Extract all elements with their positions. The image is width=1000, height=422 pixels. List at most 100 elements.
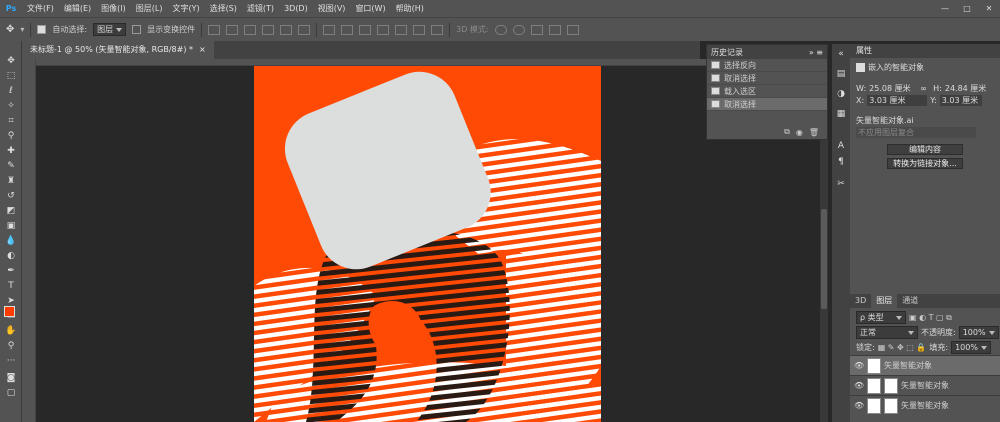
align-top-icon[interactable] bbox=[208, 24, 221, 35]
swatches-panel-icon[interactable]: ▦ bbox=[835, 108, 847, 120]
layer-name[interactable]: 矢量智能对象 bbox=[901, 400, 949, 411]
close-button[interactable]: ✕ bbox=[978, 0, 1000, 17]
tab-layers[interactable]: 图层 bbox=[871, 294, 898, 308]
link-proportions-icon[interactable]: ∞ bbox=[920, 84, 930, 93]
history-item[interactable]: 取消选择 bbox=[707, 72, 827, 85]
menu-edit[interactable]: 编辑(E) bbox=[59, 0, 96, 17]
align-right-icon[interactable] bbox=[298, 24, 311, 35]
artboard[interactable] bbox=[36, 66, 820, 422]
layer-name[interactable]: 矢量智能对象 bbox=[901, 380, 949, 391]
menu-layer[interactable]: 图层(L) bbox=[131, 0, 168, 17]
brush-icon[interactable]: ✎ bbox=[5, 160, 17, 172]
magic-wand-icon[interactable]: ✧ bbox=[5, 100, 17, 112]
blur-icon[interactable]: 💧 bbox=[5, 235, 17, 247]
auto-select-checkbox[interactable] bbox=[37, 25, 47, 34]
lasso-icon[interactable]: ℓ bbox=[5, 85, 17, 97]
panel-menu-icon[interactable]: ≡ bbox=[816, 48, 823, 57]
move-tool-icon[interactable]: ✥ bbox=[6, 24, 14, 35]
history-title[interactable]: 历史记录 bbox=[711, 47, 743, 58]
convert-to-linked-button[interactable]: 转换为链接对象... bbox=[887, 158, 963, 169]
vertical-ruler[interactable] bbox=[22, 59, 36, 422]
more-tools-icon[interactable]: ··· bbox=[5, 355, 17, 367]
tools-panel-icon[interactable]: ✂ bbox=[835, 178, 847, 190]
tab-channels[interactable]: 通道 bbox=[897, 294, 923, 308]
move-icon[interactable]: ✥ bbox=[5, 55, 17, 67]
layer-name[interactable]: 矢量智能对象 bbox=[884, 360, 932, 371]
layer-mask-thumbnail[interactable] bbox=[884, 377, 898, 394]
screen-mode-icon[interactable]: ▢ bbox=[5, 387, 17, 399]
width-field[interactable]: 25.08 厘米 bbox=[869, 83, 917, 94]
properties-title[interactable]: 属性 bbox=[850, 44, 1000, 58]
gradient-icon[interactable]: ▣ bbox=[5, 220, 17, 232]
menu-select[interactable]: 选择(S) bbox=[205, 0, 242, 17]
tool-preset-dropdown[interactable]: ▾ bbox=[20, 25, 24, 34]
color-panel-icon[interactable]: ◑ bbox=[835, 88, 847, 100]
canvas-area[interactable] bbox=[36, 66, 820, 422]
visibility-eye-icon[interactable]: 👁 bbox=[854, 381, 864, 390]
distribute-top-icon[interactable] bbox=[323, 24, 336, 35]
3d-slide-icon[interactable] bbox=[548, 24, 561, 35]
layer-mask-thumbnail[interactable] bbox=[884, 397, 898, 414]
dodge-icon[interactable]: ◐ bbox=[5, 250, 17, 262]
crop-icon[interactable]: ⌗ bbox=[5, 115, 17, 127]
distribute-bottom-icon[interactable] bbox=[359, 24, 372, 35]
menu-3d[interactable]: 3D(D) bbox=[279, 0, 313, 17]
eraser-icon[interactable]: ◩ bbox=[5, 205, 17, 217]
3d-scale-icon[interactable] bbox=[566, 24, 579, 35]
zoom-icon[interactable]: ⚲ bbox=[5, 340, 17, 352]
auto-select-target-dropdown[interactable]: 图层 bbox=[93, 23, 127, 36]
3d-pan-icon[interactable] bbox=[530, 24, 543, 35]
filter-pixel-icon[interactable]: ▣ ◐ T ▢ ⧉ bbox=[909, 313, 952, 323]
menu-image[interactable]: 图像(I) bbox=[96, 0, 131, 17]
minimize-button[interactable]: — bbox=[934, 0, 956, 17]
scroll-thumb[interactable] bbox=[821, 209, 827, 309]
pen-icon[interactable]: ✒ bbox=[5, 265, 17, 277]
visibility-eye-icon[interactable]: 👁 bbox=[854, 401, 864, 410]
align-hcenter-icon[interactable] bbox=[280, 24, 293, 35]
align-left-icon[interactable] bbox=[262, 24, 275, 35]
layer-comp-select[interactable]: 不应用图层复合 bbox=[856, 126, 976, 138]
layer-filter-dropdown[interactable]: ρ 类型 bbox=[856, 311, 906, 324]
auto-align-icon[interactable] bbox=[431, 24, 444, 35]
character-panel-icon[interactable]: A bbox=[835, 140, 847, 152]
distribute-vcenter-icon[interactable] bbox=[341, 24, 354, 35]
history-item[interactable]: 选择反向 bbox=[707, 59, 827, 72]
quick-mask-icon[interactable]: ◙ bbox=[5, 372, 17, 384]
opacity-field[interactable]: 100% bbox=[958, 326, 999, 339]
horizontal-ruler[interactable] bbox=[36, 59, 820, 66]
show-transform-checkbox[interactable] bbox=[132, 25, 142, 34]
layer-row[interactable]: 👁 矢量智能对象 bbox=[850, 355, 1000, 375]
maximize-button[interactable]: □ bbox=[956, 0, 978, 17]
distribute-right-icon[interactable] bbox=[413, 24, 426, 35]
foreground-color-swatch[interactable] bbox=[4, 306, 15, 317]
align-bottom-icon[interactable] bbox=[244, 24, 257, 35]
x-field[interactable]: 3.03 厘米 bbox=[867, 94, 928, 106]
visibility-eye-icon[interactable]: 👁 bbox=[854, 361, 864, 370]
new-document-from-state-icon[interactable]: ⧉ bbox=[784, 127, 790, 137]
collapse-strip-icon[interactable]: « bbox=[835, 48, 847, 60]
menu-type[interactable]: 文字(Y) bbox=[167, 0, 204, 17]
history-item[interactable]: 载入选区 bbox=[707, 85, 827, 98]
trash-icon[interactable]: 🗑 bbox=[809, 128, 819, 137]
menu-file[interactable]: 文件(F) bbox=[22, 0, 59, 17]
type-icon[interactable]: T bbox=[5, 280, 17, 292]
menu-filter[interactable]: 滤镜(T) bbox=[242, 0, 279, 17]
history-panel-icon[interactable]: ▤ bbox=[835, 68, 847, 80]
menu-help[interactable]: 帮助(H) bbox=[391, 0, 429, 17]
marquee-icon[interactable]: ⬚ bbox=[5, 70, 17, 82]
distribute-left-icon[interactable] bbox=[377, 24, 390, 35]
document-tab[interactable]: 未标题-1 @ 50% (矢量智能对象, RGB/8#) * × bbox=[22, 41, 214, 59]
layer-row[interactable]: 👁 矢量智能对象 bbox=[850, 375, 1000, 395]
clone-stamp-icon[interactable]: ♜ bbox=[5, 175, 17, 187]
3d-roll-icon[interactable] bbox=[512, 24, 525, 35]
distribute-hcenter-icon[interactable] bbox=[395, 24, 408, 35]
tab-3d[interactable]: 3D bbox=[850, 294, 871, 308]
history-brush-icon[interactable]: ↺ bbox=[5, 190, 17, 202]
layer-row[interactable]: 👁 矢量智能对象 bbox=[850, 395, 1000, 415]
3d-orbit-icon[interactable] bbox=[494, 24, 507, 35]
menu-view[interactable]: 视图(V) bbox=[313, 0, 351, 17]
paragraph-panel-icon[interactable]: ¶ bbox=[835, 156, 847, 168]
y-field[interactable]: 3.03 厘米 bbox=[939, 94, 982, 106]
height-field[interactable]: 24.84 厘米 bbox=[945, 83, 986, 94]
history-item[interactable]: 取消选择 bbox=[707, 98, 827, 111]
